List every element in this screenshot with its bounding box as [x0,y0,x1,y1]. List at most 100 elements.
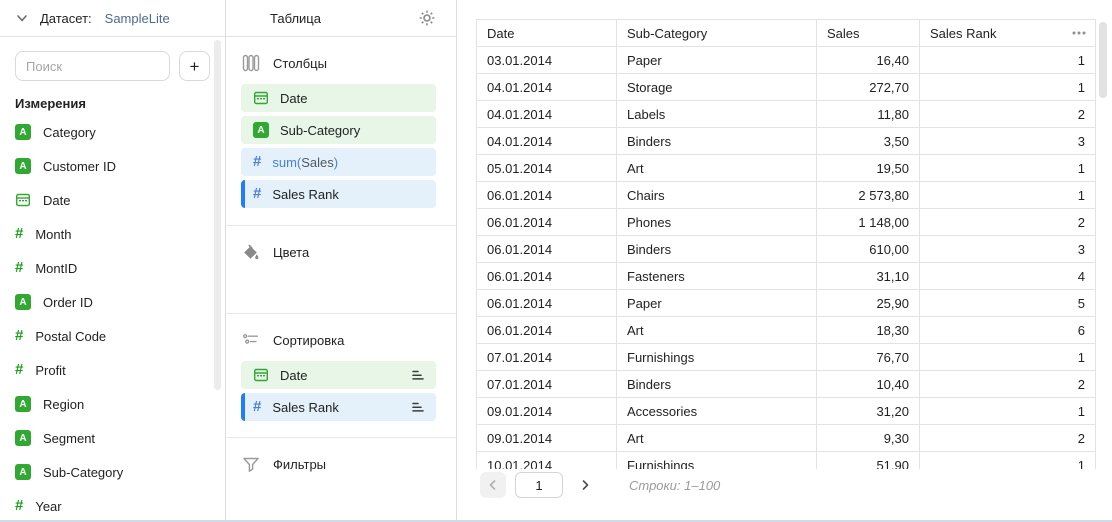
table-row: 06.01.2014Phones1 148,002 [477,209,1096,236]
table-cell: 9,30 [817,425,920,452]
prev-page-button[interactable] [480,472,506,498]
table-cell: Fasteners [617,263,817,290]
field-name-label: Date [43,193,70,208]
field-name-label: Postal Code [35,329,106,344]
field-chip[interactable]: #Sales Rank [241,180,436,208]
field-item[interactable]: AOrder ID [0,285,225,319]
table-column-header[interactable]: Date [477,20,617,47]
field-chip[interactable]: # Sales Rank [241,393,436,421]
table-cell: 1 148,00 [817,209,920,236]
sorting-section-title: Сортировка [273,333,344,348]
field-item[interactable]: ACustomer ID [0,149,225,183]
sort-direction-button[interactable] [410,367,426,383]
chip-label: Sales Rank [272,400,399,415]
chip-label: Sub-Category [280,123,426,138]
field-name-label: MontID [35,261,77,276]
string-field-icon: A [15,294,31,310]
field-item[interactable]: # Postal Code [0,319,225,353]
table-cell: 5 [920,290,1096,317]
column-header-label: Sales Rank [930,26,996,41]
table-column-header[interactable]: Sub-Category [617,20,817,47]
table-cell: 25,90 [817,290,920,317]
table-cell: 6 [920,317,1096,344]
field-name-label: Year [35,499,61,514]
chip-label: Sales Rank [272,187,426,202]
field-chip[interactable]: #sum(Sales) [241,148,436,176]
sort-order-icon [410,367,426,383]
table-cell: 1 [920,155,1096,182]
sort-direction-button[interactable] [410,399,426,415]
string-field-icon: A [15,464,31,480]
table-cell: 3,50 [817,128,920,155]
field-chip[interactable]: A Sub-Category [241,116,436,144]
string-field-icon: A [253,122,269,138]
table-cell: Accessories [617,398,817,425]
number-field-icon: # [253,399,261,415]
field-item[interactable]: Date [0,183,225,217]
chip-label: Date [280,91,426,106]
table-cell: 1 [920,182,1096,209]
table-cell: 04.01.2014 [477,74,617,101]
table-cell: 1 [920,398,1096,425]
table-cell: 51,90 [817,452,920,470]
table-chart-type-icon[interactable] [243,10,260,27]
table-column-header[interactable]: Sales [817,20,920,47]
table-cell: 19,50 [817,155,920,182]
next-page-button[interactable] [572,472,598,498]
table-cell: Art [617,155,817,182]
table-cell: 07.01.2014 [477,371,617,398]
table-cell: 18,30 [817,317,920,344]
table-cell: 2 [920,425,1096,452]
field-item[interactable]: ACategory [0,115,225,149]
table-cell: Binders [617,371,817,398]
field-name-label: Region [43,397,84,412]
field-item[interactable]: #Profit [0,353,225,387]
string-field-icon: A [15,430,31,446]
field-search-input[interactable] [15,51,170,81]
table-scrollbar[interactable] [1099,22,1107,98]
columns-section-title: Столбцы [273,56,327,71]
table-cell: 1 [920,74,1096,101]
field-item[interactable]: ASegment [0,421,225,455]
table-cell: 06.01.2014 [477,209,617,236]
string-field-icon: A [15,396,31,412]
sorting-chip-list: Date # Sales Rank [241,361,441,421]
field-item[interactable]: # Year [0,489,225,522]
number-field-icon: # [15,498,23,514]
field-item[interactable]: #MontID [0,251,225,285]
table-row: 07.01.2014Furnishings76,701 [477,344,1096,371]
table-cell: 11,80 [817,101,920,128]
visualization-panel: Таблица Столбцы DateAS [226,0,457,520]
table-cell: 05.01.2014 [477,155,617,182]
pagination-bar: Строки: 1–100 [457,469,1112,501]
field-name-label: Sub-Category [43,465,123,480]
chevron-left-icon [487,479,499,491]
dataset-selector[interactable]: Датасет: SampleLite [0,0,225,37]
date-field-icon [15,192,31,208]
field-chip[interactable]: Date [241,361,436,389]
table-cell: 09.01.2014 [477,425,617,452]
table-cell: 31,10 [817,263,920,290]
colors-section: Цвета [226,225,456,313]
field-item[interactable]: A Region [0,387,225,421]
number-field-icon: # [253,154,261,170]
columns-chip-list: DateASub-Category#sum(Sales)#Sales Rank [241,84,441,208]
sidebar-scrollbar[interactable] [214,40,221,390]
table-menu-icon[interactable] [1071,30,1087,36]
field-chip[interactable]: Date [241,84,436,112]
table-cell: Chairs [617,182,817,209]
table-column-header[interactable]: Sales Rank [920,20,1096,47]
field-item[interactable]: #Month [0,217,225,251]
number-field-icon: # [15,328,23,344]
page-number-input[interactable] [515,472,563,498]
table-cell: 07.01.2014 [477,344,617,371]
gear-icon [418,9,436,27]
table-cell: 3 [920,236,1096,263]
filters-section-title: Фильтры [273,457,326,472]
field-item[interactable]: A Sub-Category [0,455,225,489]
viz-settings-button[interactable] [418,9,436,27]
table-cell: 09.01.2014 [477,398,617,425]
add-field-button[interactable]: + [179,51,210,81]
dataset-name: SampleLite [105,11,170,26]
dataset-sidebar: Датасет: SampleLite + Измерения ACategor… [0,0,226,520]
